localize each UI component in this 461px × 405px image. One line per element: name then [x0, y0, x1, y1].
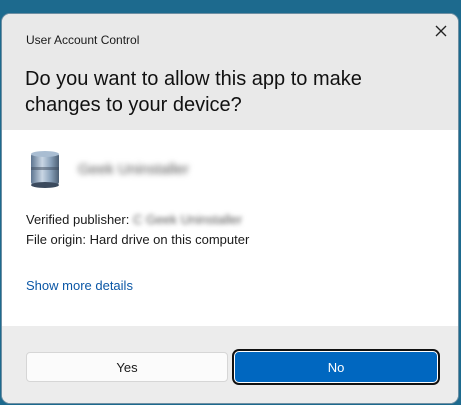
app-row: Geek Uninstaller: [26, 149, 446, 189]
origin-line: File origin: Hard drive on this computer: [26, 230, 249, 250]
publisher-line: Verified publisher: C Geek Uninstaller: [26, 210, 249, 230]
publisher-value: C Geek Uninstaller: [132, 212, 243, 227]
origin-value: Hard drive on this computer: [89, 232, 250, 247]
no-button[interactable]: No: [235, 352, 437, 382]
close-icon: [435, 25, 447, 37]
origin-label: File origin:: [26, 232, 86, 247]
uac-dialog: User Account Control Do you want to allo…: [2, 14, 458, 403]
show-more-details-link[interactable]: Show more details: [26, 278, 133, 293]
yes-button[interactable]: Yes: [26, 352, 228, 382]
dialog-header: User Account Control Do you want to allo…: [2, 14, 458, 130]
app-name: Geek Uninstaller: [78, 161, 189, 178]
prompt-question: Do you want to allow this app to make ch…: [25, 68, 362, 116]
window-title: User Account Control: [26, 33, 140, 47]
app-info: Verified publisher: C Geek Uninstaller F…: [26, 210, 249, 250]
dialog-footer: Yes No: [2, 326, 458, 403]
close-button[interactable]: [430, 20, 452, 42]
app-icon: [26, 149, 64, 189]
publisher-label: Verified publisher:: [26, 212, 130, 227]
